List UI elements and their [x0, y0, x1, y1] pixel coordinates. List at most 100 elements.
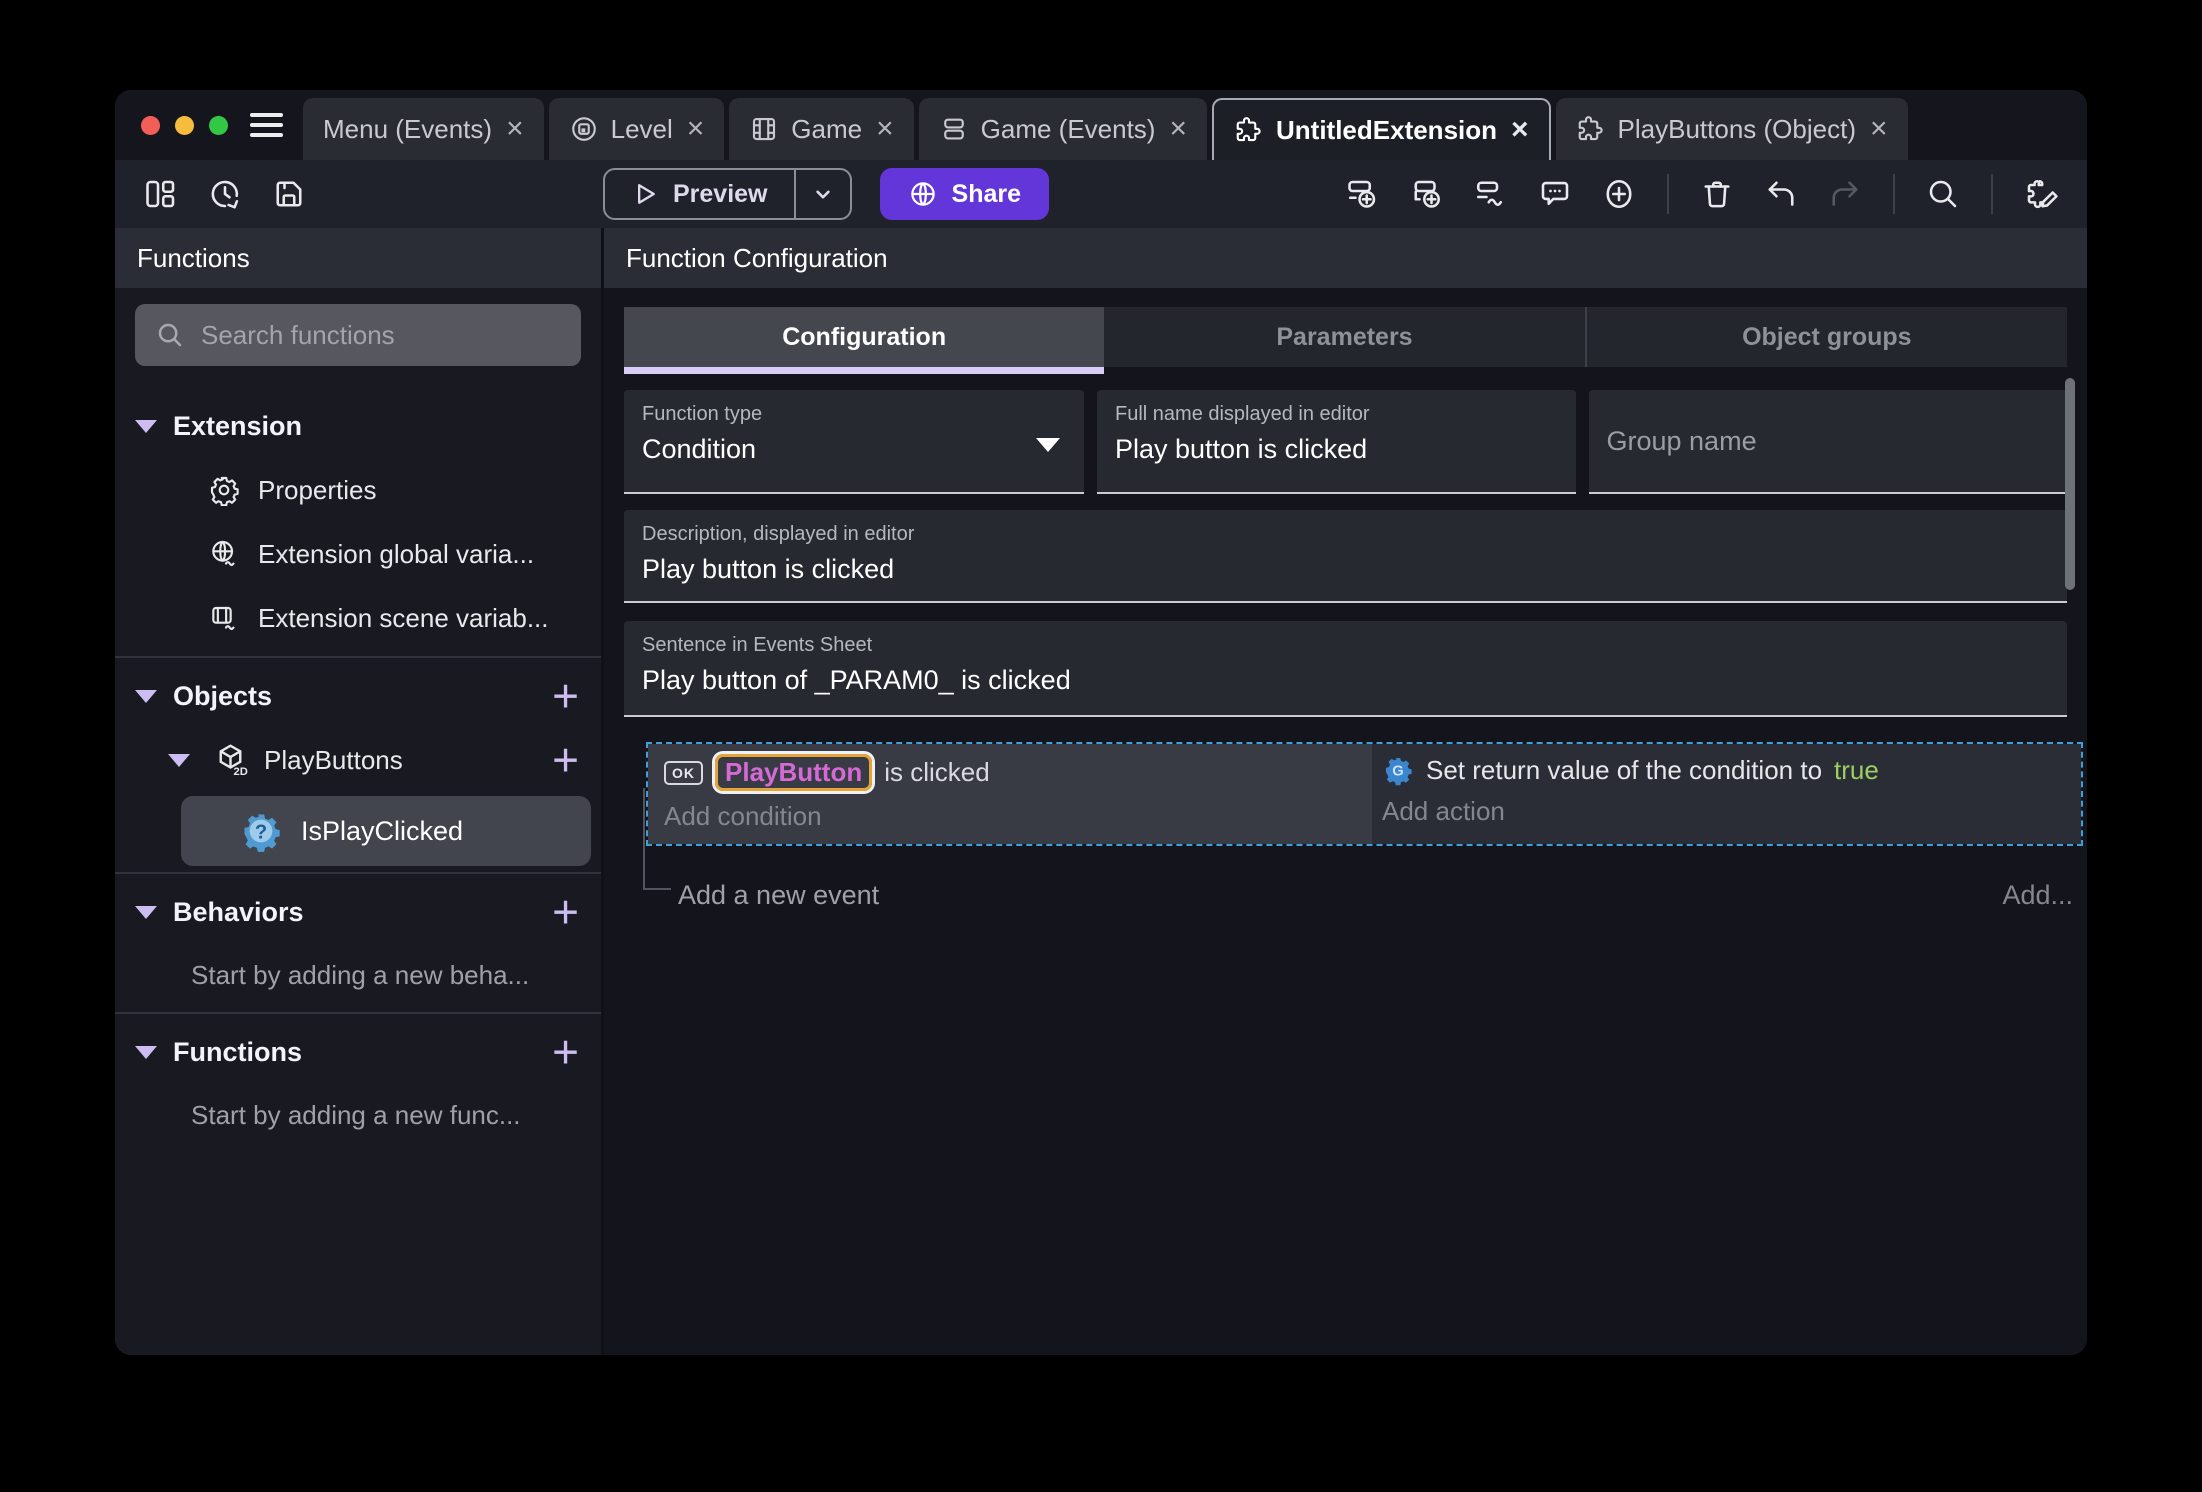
- edit-extension-button[interactable]: [2019, 172, 2063, 216]
- tree-item-extension-scene-variables[interactable]: Extension scene variab...: [115, 586, 601, 650]
- tree-item-label: IsPlayClicked: [301, 815, 464, 846]
- full-name-input[interactable]: [1115, 434, 1558, 465]
- button-object-icon: OK: [664, 760, 703, 785]
- tab-level[interactable]: Level ×: [548, 98, 725, 160]
- sentence-field[interactable]: Sentence in Events Sheet: [624, 621, 2067, 717]
- tree-item-extension-global-variables[interactable]: Extension global varia...: [115, 522, 601, 586]
- sentence-input[interactable]: [642, 665, 2049, 696]
- puzzle-icon: [1236, 117, 1261, 142]
- condition-object-chip[interactable]: PlayButton: [715, 754, 873, 791]
- function-configuration-panel: Function Configuration Configuration Par…: [604, 228, 2087, 1355]
- search-icon: [1929, 180, 1957, 208]
- add-object-button[interactable]: +: [552, 673, 579, 719]
- main-scrollbar[interactable]: [2065, 378, 2075, 590]
- add-more-link[interactable]: Add...: [2002, 880, 2073, 911]
- action-line[interactable]: G Set return value of the condition to t…: [1382, 754, 2081, 786]
- tree-item-properties[interactable]: Properties: [115, 458, 601, 522]
- action-value[interactable]: true: [1834, 755, 1879, 786]
- description-input[interactable]: [642, 554, 2049, 585]
- section-functions[interactable]: Functions +: [115, 1020, 601, 1084]
- add-other-events-button[interactable]: [1469, 172, 1513, 216]
- tab-game-events[interactable]: Game (Events) ×: [918, 98, 1207, 160]
- tree-item-label: Extension scene variab...: [258, 602, 549, 633]
- action-text: Set return value of the condition to: [1426, 754, 1823, 785]
- add-subevent-button[interactable]: [1405, 172, 1449, 216]
- undo-button[interactable]: [1759, 172, 1803, 216]
- tab-object-groups[interactable]: Object groups: [1584, 307, 2067, 367]
- preview-button[interactable]: Preview: [605, 170, 794, 218]
- gear-icon: [210, 476, 239, 506]
- close-icon[interactable]: ×: [506, 114, 524, 144]
- search-functions-box[interactable]: [135, 304, 581, 366]
- version-history-button[interactable]: [203, 172, 247, 216]
- redo-icon: [1832, 181, 1858, 206]
- save-button[interactable]: [267, 172, 311, 216]
- minimize-window-button[interactable]: [175, 115, 194, 135]
- section-behaviors[interactable]: Behaviors +: [115, 880, 601, 944]
- choose-and-add-event-button[interactable]: [1597, 172, 1641, 216]
- tab-untitled-extension[interactable]: UntitledExtension ×: [1212, 98, 1551, 160]
- tab-parameters[interactable]: Parameters: [1104, 307, 1585, 367]
- add-comment-button[interactable]: [1533, 172, 1577, 216]
- add-new-event-link[interactable]: Add a new event: [678, 880, 879, 911]
- close-icon[interactable]: ×: [1511, 115, 1529, 145]
- redo-button[interactable]: [1823, 172, 1867, 216]
- description-field[interactable]: Description, displayed in editor: [624, 510, 2067, 603]
- preview-options-button[interactable]: [793, 170, 850, 218]
- tab-game[interactable]: Game ×: [729, 98, 914, 160]
- add-action-link[interactable]: Add action: [1382, 796, 2081, 827]
- gdevelop-window: Menu (Events) × Level × Game × Game (Eve…: [115, 90, 2087, 1355]
- toolbar-divider: [1991, 174, 1993, 214]
- tab-label: PlayButtons (Object): [1617, 113, 1856, 144]
- tab-configuration[interactable]: Configuration: [624, 307, 1105, 367]
- close-icon[interactable]: ×: [687, 114, 705, 144]
- tree-item-playbuttons-object[interactable]: 2D PlayButtons +: [115, 728, 601, 792]
- section-label: Behaviors: [173, 896, 304, 927]
- share-button[interactable]: Share: [879, 168, 1049, 220]
- globe-icon: [910, 182, 935, 206]
- event-row[interactable]: OK PlayButton is clicked Add condition G: [646, 742, 2083, 846]
- comment-icon: [1541, 181, 1569, 206]
- close-icon[interactable]: ×: [1870, 114, 1888, 144]
- section-label: Functions: [173, 1036, 302, 1067]
- add-behavior-button[interactable]: +: [552, 889, 579, 935]
- condition-text: is clicked: [884, 757, 990, 787]
- section-extension[interactable]: Extension: [115, 394, 601, 458]
- full-name-label: Full name displayed in editor: [1115, 403, 1370, 425]
- sidebar-header: Functions: [115, 228, 601, 288]
- add-object-function-button[interactable]: +: [552, 737, 579, 783]
- gdevelop-gear-icon: G: [1386, 758, 1412, 786]
- maximize-window-button[interactable]: [209, 115, 228, 135]
- search-events-button[interactable]: [1921, 172, 1965, 216]
- functions-tree: Extension Properties Extension global va…: [115, 394, 601, 1355]
- trash-icon: [1704, 181, 1730, 208]
- search-functions-input[interactable]: [201, 319, 561, 351]
- full-name-field[interactable]: Full name displayed in editor: [1097, 390, 1576, 494]
- events-sheet-icon: [943, 118, 964, 140]
- description-label: Description, displayed in editor: [642, 523, 915, 545]
- behaviors-empty-hint: Start by adding a new beha...: [191, 959, 530, 990]
- condition-line[interactable]: OK PlayButton is clicked: [664, 754, 1372, 791]
- close-icon[interactable]: ×: [1169, 114, 1187, 144]
- tree-item-isplayclicked-function[interactable]: ? IsPlayClicked: [181, 796, 591, 866]
- close-icon[interactable]: ×: [876, 114, 894, 144]
- add-condition-link[interactable]: Add condition: [664, 801, 1372, 832]
- toolbar-divider: [1893, 174, 1895, 214]
- add-function-button[interactable]: +: [552, 1029, 579, 1075]
- history-clock-icon: [211, 180, 239, 209]
- tab-label: Level: [610, 113, 673, 144]
- tree-item-label: PlayButtons: [264, 744, 403, 775]
- dropdown-caret-icon: [1036, 438, 1060, 452]
- section-objects[interactable]: Objects +: [115, 664, 601, 728]
- main-menu-icon[interactable]: [250, 113, 283, 137]
- toggle-projects-panel-button[interactable]: [139, 172, 183, 216]
- tab-menu-events[interactable]: Menu (Events) ×: [303, 98, 544, 160]
- group-name-field[interactable]: [1588, 390, 2067, 494]
- delete-button[interactable]: [1695, 172, 1739, 216]
- sentence-label: Sentence in Events Sheet: [642, 634, 873, 656]
- tab-playbuttons-object[interactable]: PlayButtons (Object) ×: [1555, 98, 1908, 160]
- function-type-select[interactable]: Function type Condition: [624, 390, 1084, 494]
- add-event-button[interactable]: [1341, 172, 1385, 216]
- close-window-button[interactable]: [141, 115, 160, 135]
- group-name-input[interactable]: [1606, 425, 2049, 457]
